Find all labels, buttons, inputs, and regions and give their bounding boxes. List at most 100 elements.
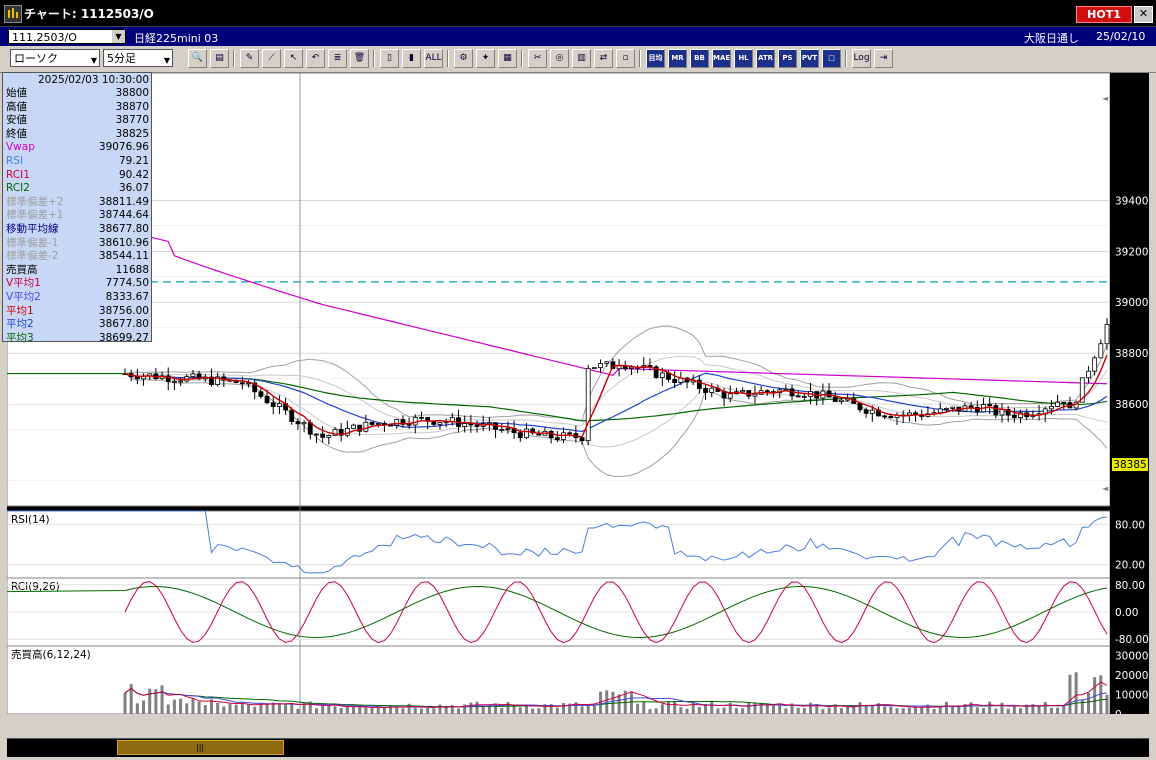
volume-bar: [747, 702, 751, 714]
candle-body: [258, 391, 264, 397]
volume-bar: [1062, 705, 1066, 714]
ichimoku-icon: 目均: [648, 54, 663, 62]
candle-body: [561, 432, 566, 440]
psar-button[interactable]: PS: [778, 49, 797, 68]
data-window-row: V平均1 7774.50: [6, 277, 149, 291]
data-window-value: 39076.96: [98, 141, 149, 154]
cut-button[interactable]: ✂: [528, 49, 547, 68]
volume-bar: [753, 702, 757, 714]
volume-bar: [617, 694, 621, 714]
compare-button[interactable]: ⇄: [594, 49, 613, 68]
date-label: 25/02/10: [1096, 30, 1146, 43]
data-window-row: 終値 38825: [6, 128, 149, 142]
volume-bar: [932, 709, 936, 714]
volume-bar: [1043, 701, 1047, 714]
mr-button[interactable]: MR: [668, 49, 687, 68]
volume-bar: [710, 702, 714, 714]
pencil-button[interactable]: ✎: [240, 49, 259, 68]
scroll-marker-icon: ◄: [1102, 94, 1109, 103]
search-chart-button[interactable]: ◎: [550, 49, 569, 68]
volume-bar: [1012, 705, 1016, 714]
undo-button[interactable]: ↶: [306, 49, 325, 68]
frame-button[interactable]: □: [822, 49, 841, 68]
palette-button[interactable]: ▦: [498, 49, 517, 68]
volume-bar: [839, 708, 843, 714]
volume-bar: [975, 707, 979, 714]
volume-bar: [382, 707, 386, 714]
data-window-value: 38677.80: [98, 223, 149, 235]
chart-type-select[interactable]: ローソク ▼: [10, 49, 100, 67]
data-window-label: 売買高: [6, 263, 38, 276]
data-window-row: 標準偏差+1 38744.64: [6, 209, 149, 223]
candle-body: [672, 379, 678, 383]
volume-bar: [352, 707, 356, 714]
notes-button[interactable]: ≣: [328, 49, 347, 68]
volume-bar: [339, 707, 343, 714]
toolbar-separator: [447, 50, 449, 67]
candle-body: [474, 424, 480, 427]
ichimoku-button[interactable]: 目均: [646, 49, 665, 68]
volume-tick-label: 20000: [1115, 670, 1148, 682]
pvt-button[interactable]: PVT: [800, 49, 819, 68]
volume-bar: [172, 699, 176, 714]
hot-badge[interactable]: HOT1: [1076, 6, 1132, 23]
data-window-value: 38870: [115, 100, 149, 113]
candle-body: [764, 390, 770, 393]
bollinger-button[interactable]: BB: [690, 49, 709, 68]
settings-button[interactable]: ⚙: [454, 49, 473, 68]
trash-button[interactable]: 🗑: [350, 49, 369, 68]
candle-body: [1086, 370, 1091, 379]
zoom-button[interactable]: 🔍: [188, 49, 207, 68]
candle-body: [295, 421, 301, 425]
volume-bar: [642, 701, 646, 714]
volume-title: 売買高(6,12,24): [11, 648, 91, 661]
log-button[interactable]: Log: [852, 49, 871, 68]
frame-icon: □: [828, 54, 835, 62]
candle-body: [412, 416, 418, 426]
data-window-label: V平均1: [6, 277, 41, 290]
candle-body: [375, 423, 381, 425]
candle-body: [326, 435, 332, 438]
candle-body: [1049, 405, 1054, 410]
undo-icon: ↶: [311, 53, 320, 63]
candle-in-button[interactable]: ▯: [380, 49, 399, 68]
atr-button[interactable]: ATR: [756, 49, 775, 68]
data-window-row: Vwap 39076.96: [6, 141, 149, 155]
export-button[interactable]: ⇥: [874, 49, 893, 68]
candle-body: [987, 404, 993, 407]
volume-bar: [734, 708, 738, 714]
volume-bar: [216, 702, 220, 714]
candle-body: [505, 428, 511, 430]
toolbar-separator: [373, 50, 375, 67]
mae-button[interactable]: MAE: [712, 49, 731, 68]
data-window-row: 標準偏差-2 38544.11: [6, 250, 149, 264]
candle-out-button[interactable]: ▮: [402, 49, 421, 68]
all-button[interactable]: ALL: [424, 49, 443, 68]
window-button[interactable]: ▤: [210, 49, 229, 68]
volume-bar: [413, 707, 417, 714]
close-button[interactable]: ✕: [1134, 6, 1153, 23]
hl-button[interactable]: HL: [734, 49, 753, 68]
volume-bar: [376, 707, 380, 714]
zoom-icon: 🔍: [191, 53, 204, 63]
bars-button[interactable]: ▥: [572, 49, 591, 68]
volume-bar: [895, 708, 899, 714]
volume-bar: [1019, 708, 1023, 714]
chevron-down-icon[interactable]: ▼: [112, 30, 125, 43]
data-window-row: 売買高 11688: [6, 264, 149, 278]
cursor-button[interactable]: ↖: [284, 49, 303, 68]
volume-bar: [160, 685, 164, 714]
price-tick-label: 39000: [1115, 297, 1148, 309]
chart-canvas[interactable]: 394003920039000388003860038385◄◄RSI(14) 8…: [7, 73, 1149, 718]
volume-bar: [277, 703, 281, 714]
interval-select[interactable]: 5分足 ▼: [103, 49, 173, 67]
candle-body: [801, 395, 807, 398]
scroll-marker-icon: ◄: [1102, 484, 1109, 493]
trendline-button[interactable]: ⟋: [262, 49, 281, 68]
tools-button[interactable]: ✦: [476, 49, 495, 68]
volume-bar: [685, 708, 689, 714]
all-icon: ALL: [425, 53, 442, 63]
candle-body: [795, 395, 801, 398]
disabled-button[interactable]: ▫: [616, 49, 635, 68]
symbol-code-select[interactable]: 111.2503/O: [8, 29, 126, 44]
